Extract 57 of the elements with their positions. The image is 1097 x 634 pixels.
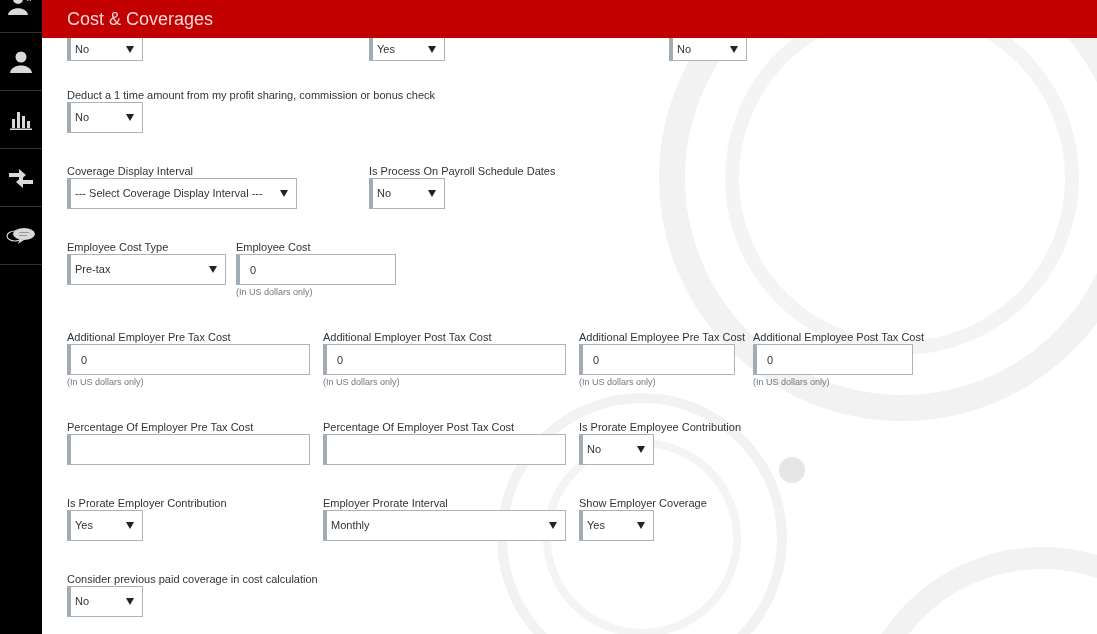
transfer-arrows-icon bbox=[9, 167, 33, 188]
field-label: Percentage Of Employer Pre Tax Cost bbox=[67, 420, 255, 434]
caret-icon bbox=[730, 45, 738, 53]
input-field[interactable]: 0 bbox=[236, 254, 396, 285]
caret-icon bbox=[637, 446, 645, 453]
bar-chart-icon bbox=[10, 109, 32, 130]
field-label: Employee Cost bbox=[236, 240, 312, 254]
select-dropdown[interactable]: No bbox=[579, 434, 654, 465]
field-label: Additional Employee Pre Tax Cost bbox=[579, 330, 747, 344]
caret-icon bbox=[126, 114, 134, 121]
caret-icon bbox=[280, 190, 288, 197]
user-icon bbox=[10, 50, 32, 73]
field-label: Is Prorate Employer Contribution bbox=[67, 496, 228, 510]
select-dropdown[interactable]: --- Select Coverage Display Interval --- bbox=[67, 178, 297, 209]
field-label: Additional Employee Post Tax Cost bbox=[753, 330, 925, 344]
field-label: Is Prorate Employee Contribution bbox=[579, 420, 743, 434]
hint-text: (In US dollars only) bbox=[67, 376, 145, 389]
caret-icon bbox=[428, 45, 436, 53]
field-label: Is Process On Payroll Schedule Dates bbox=[369, 164, 557, 178]
select-dropdown[interactable]: No bbox=[67, 102, 143, 133]
select-dropdown[interactable]: No bbox=[369, 178, 445, 209]
select-dropdown[interactable]: Monthly bbox=[323, 510, 566, 541]
caret-icon bbox=[209, 266, 217, 273]
field-label: Percentage Of Employer Post Tax Cost bbox=[323, 420, 516, 434]
input-field[interactable] bbox=[67, 434, 310, 465]
select-dropdown[interactable]: Yes bbox=[67, 510, 143, 541]
chat-bubbles-icon bbox=[6, 226, 36, 245]
select-dropdown[interactable]: No bbox=[67, 586, 143, 617]
select-dropdown[interactable]: Yes bbox=[369, 38, 445, 61]
caret-icon bbox=[549, 522, 557, 529]
hint-text: (In US dollars only) bbox=[323, 376, 401, 389]
input-field[interactable] bbox=[323, 434, 566, 465]
caret-icon bbox=[126, 45, 134, 53]
hint-text: (In US dollars only) bbox=[753, 376, 831, 389]
select-dropdown[interactable]: Yes bbox=[579, 510, 654, 541]
field-label: Employee Cost Type bbox=[67, 240, 170, 254]
caret-icon bbox=[126, 522, 134, 529]
hint-text: (In US dollars only) bbox=[579, 376, 657, 389]
field-label: Employer Prorate Interval bbox=[323, 496, 449, 510]
caret-icon bbox=[428, 190, 436, 197]
hint-text: (In US dollars only) bbox=[236, 286, 314, 299]
input-field[interactable]: 0 bbox=[579, 344, 735, 375]
input-field[interactable]: 0 bbox=[753, 344, 913, 375]
select-dropdown[interactable]: No bbox=[67, 38, 143, 61]
field-label: Deduct a 1 time amount from my profit sharing, commission or bonus check bbox=[67, 88, 437, 102]
input-field[interactable]: 0 bbox=[67, 344, 310, 375]
field-label: Consider previous paid coverage in cost calculation bbox=[67, 572, 319, 586]
field-label: Additional Employer Post Tax Cost bbox=[323, 330, 493, 344]
select-dropdown[interactable]: No bbox=[669, 38, 747, 61]
page-title: Cost & Coverages bbox=[67, 7, 214, 31]
caret-icon bbox=[637, 522, 645, 529]
select-dropdown[interactable]: Pre-tax bbox=[67, 254, 226, 285]
field-label: Coverage Display Interval bbox=[67, 164, 194, 178]
field-label: Show Employer Coverage bbox=[579, 496, 708, 510]
caret-icon bbox=[126, 598, 134, 605]
input-field[interactable]: 0 bbox=[323, 344, 566, 375]
field-label: Additional Employer Pre Tax Cost bbox=[67, 330, 232, 344]
